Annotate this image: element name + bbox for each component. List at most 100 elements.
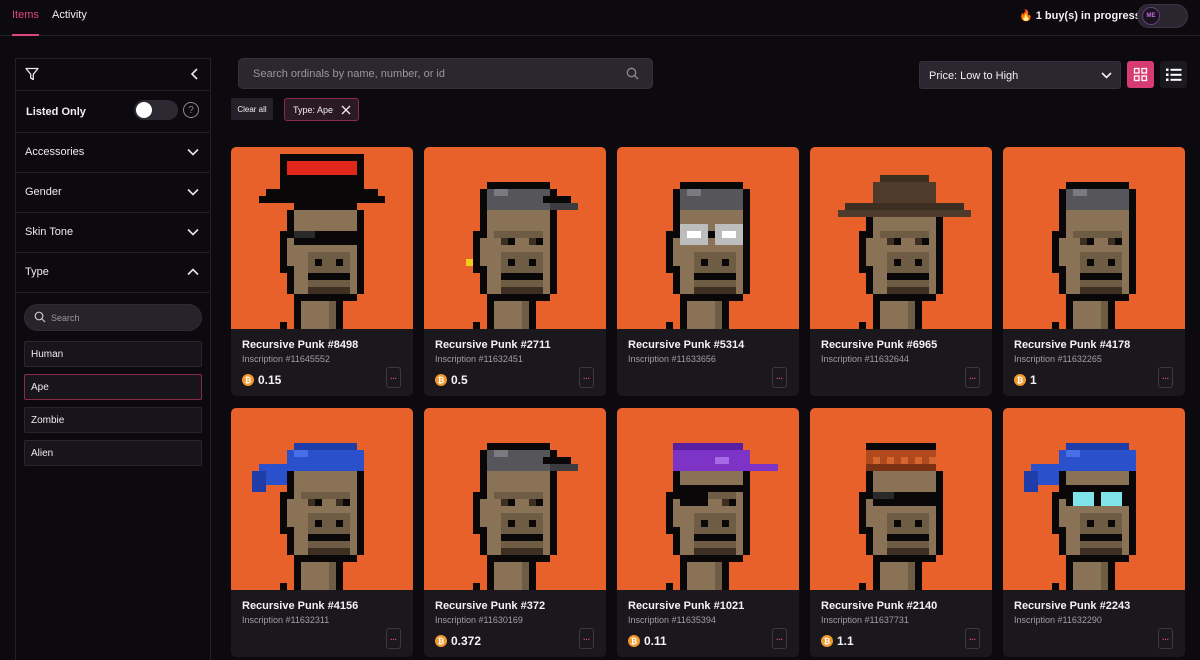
nft-image[interactable] xyxy=(424,147,606,329)
nft-card[interactable]: Recursive Punk #1021 Inscription #116353… xyxy=(617,408,799,657)
more-options-button[interactable]: ... xyxy=(386,628,401,649)
chevron-down-icon xyxy=(187,148,199,156)
buy-progress-status[interactable]: 🔥 1 buy(s) in progress... xyxy=(1019,9,1151,23)
chevron-down-icon xyxy=(187,228,199,236)
ape-pixel-art xyxy=(259,154,385,329)
more-options-button[interactable]: ... xyxy=(965,628,980,649)
more-options-button[interactable]: ... xyxy=(965,367,980,388)
price: ₿ 1 xyxy=(1014,372,1037,388)
type-option-human[interactable]: Human xyxy=(24,341,202,367)
nft-image[interactable] xyxy=(810,147,992,329)
type-search-field[interactable] xyxy=(24,304,202,331)
search-icon[interactable] xyxy=(626,67,639,80)
price-value: 0.372 xyxy=(451,634,482,648)
nft-card[interactable]: Recursive Punk #2243 Inscription #116322… xyxy=(1003,408,1185,657)
nft-image[interactable] xyxy=(231,408,413,590)
more-options-button[interactable]: ... xyxy=(772,628,787,649)
ape-pixel-art xyxy=(838,175,971,329)
help-icon[interactable]: ? xyxy=(183,102,199,118)
filter-icon[interactable] xyxy=(25,67,39,81)
filter-gender-label: Gender xyxy=(25,186,62,198)
nft-image[interactable] xyxy=(617,408,799,590)
more-options-button[interactable]: ... xyxy=(579,367,594,388)
more-options-button[interactable]: ... xyxy=(1158,628,1173,649)
price: ₿ 0.15 xyxy=(242,372,281,388)
more-options-button[interactable]: ... xyxy=(579,628,594,649)
price-value: 1 xyxy=(1030,373,1037,387)
nft-image[interactable] xyxy=(810,408,992,590)
price: ₿ 1.1 xyxy=(821,633,854,649)
filter-type[interactable]: Type xyxy=(16,253,210,293)
type-option-label: Zombie xyxy=(31,415,65,426)
listed-only-toggle[interactable] xyxy=(134,100,178,120)
list-view-button[interactable] xyxy=(1160,61,1187,88)
nft-title: Recursive Punk #2243 xyxy=(1014,600,1131,612)
active-tab-indicator xyxy=(12,34,39,36)
filter-skin-tone-label: Skin Tone xyxy=(25,226,74,238)
ape-pixel-art xyxy=(466,182,578,329)
filter-accessories[interactable]: Accessories xyxy=(16,133,210,173)
chevron-down-icon xyxy=(187,188,199,196)
type-option-label: Human xyxy=(31,349,64,360)
ordinal-search[interactable] xyxy=(238,58,653,89)
grid-icon xyxy=(1133,67,1148,82)
type-option-alien[interactable]: Alien xyxy=(24,440,202,466)
nft-inscription: Inscription #11630169 xyxy=(435,615,523,625)
price: ₿ 0.372 xyxy=(435,633,481,649)
sort-selected-label: Price: Low to High xyxy=(929,70,1019,82)
more-options-button[interactable]: ... xyxy=(386,367,401,388)
nft-image[interactable] xyxy=(424,408,606,590)
nft-title: Recursive Punk #2711 xyxy=(435,339,551,351)
tab-activity[interactable]: Activity xyxy=(52,9,87,21)
price-value: 0.5 xyxy=(451,373,468,387)
type-option-ape[interactable]: Ape xyxy=(24,374,202,400)
nft-image[interactable] xyxy=(617,147,799,329)
tab-items[interactable]: Items xyxy=(12,9,39,21)
type-option-label: Alien xyxy=(31,448,54,459)
grid-view-button[interactable] xyxy=(1127,61,1154,88)
more-options-button[interactable]: ... xyxy=(772,367,787,388)
search-input[interactable] xyxy=(253,59,613,88)
nft-inscription: Inscription #11633656 xyxy=(628,354,716,364)
nft-card[interactable]: Recursive Punk #2711 Inscription #116324… xyxy=(424,147,606,396)
wallet-button[interactable]: ME xyxy=(1137,4,1188,28)
top-nav: Items Activity 🔥 1 buy(s) in progress...… xyxy=(0,0,1200,36)
progress-text: 1 buy(s) in progress... xyxy=(1035,9,1151,22)
nft-title: Recursive Punk #8498 xyxy=(242,339,359,351)
ape-pixel-art xyxy=(1052,182,1136,329)
ape-pixel-art xyxy=(859,443,943,590)
type-option-zombie[interactable]: Zombie xyxy=(24,407,202,433)
active-filter-chip[interactable]: Type: Ape xyxy=(284,98,359,121)
wallet-avatar-icon: ME xyxy=(1142,7,1160,25)
filter-gender[interactable]: Gender xyxy=(16,173,210,213)
type-search-input[interactable] xyxy=(51,305,196,330)
nft-title: Recursive Punk #2140 xyxy=(821,600,938,612)
type-option-label: Ape xyxy=(31,382,49,393)
nft-title: Recursive Punk #4156 xyxy=(242,600,359,612)
nft-card[interactable]: Recursive Punk #4156 Inscription #116323… xyxy=(231,408,413,657)
nft-card[interactable]: Recursive Punk #6965 Inscription #116326… xyxy=(810,147,992,396)
nft-card[interactable]: Recursive Punk #2140 Inscription #116377… xyxy=(810,408,992,657)
filter-skin-tone[interactable]: Skin Tone xyxy=(16,213,210,253)
nft-inscription: Inscription #11632265 xyxy=(1014,354,1102,364)
listed-only-row: Listed Only ? xyxy=(16,91,210,133)
nft-image[interactable] xyxy=(231,147,413,329)
ape-pixel-art xyxy=(252,443,364,590)
nft-title: Recursive Punk #1021 xyxy=(628,600,745,612)
clear-all-button[interactable]: Clear all xyxy=(231,98,273,120)
nft-image[interactable] xyxy=(1003,147,1185,329)
nft-card[interactable]: Recursive Punk #4178 Inscription #116322… xyxy=(1003,147,1185,396)
nft-card[interactable]: Recursive Punk #372 Inscription #1163016… xyxy=(424,408,606,657)
close-icon[interactable] xyxy=(341,105,351,115)
nft-card[interactable]: Recursive Punk #5314 Inscription #116336… xyxy=(617,147,799,396)
filter-chip-label: Type: Ape xyxy=(293,105,334,115)
nft-inscription: Inscription #11635394 xyxy=(628,615,716,625)
nft-card[interactable]: Recursive Punk #8498 Inscription #116455… xyxy=(231,147,413,396)
filter-sidebar: Listed Only ? Accessories Gender Skin To… xyxy=(15,58,211,660)
more-options-button[interactable]: ... xyxy=(1158,367,1173,388)
sort-dropdown[interactable]: Price: Low to High xyxy=(919,61,1121,89)
nft-image[interactable] xyxy=(1003,408,1185,590)
ape-pixel-art xyxy=(666,443,778,590)
filter-type-label: Type xyxy=(25,266,49,278)
collapse-sidebar-icon[interactable] xyxy=(190,68,200,80)
